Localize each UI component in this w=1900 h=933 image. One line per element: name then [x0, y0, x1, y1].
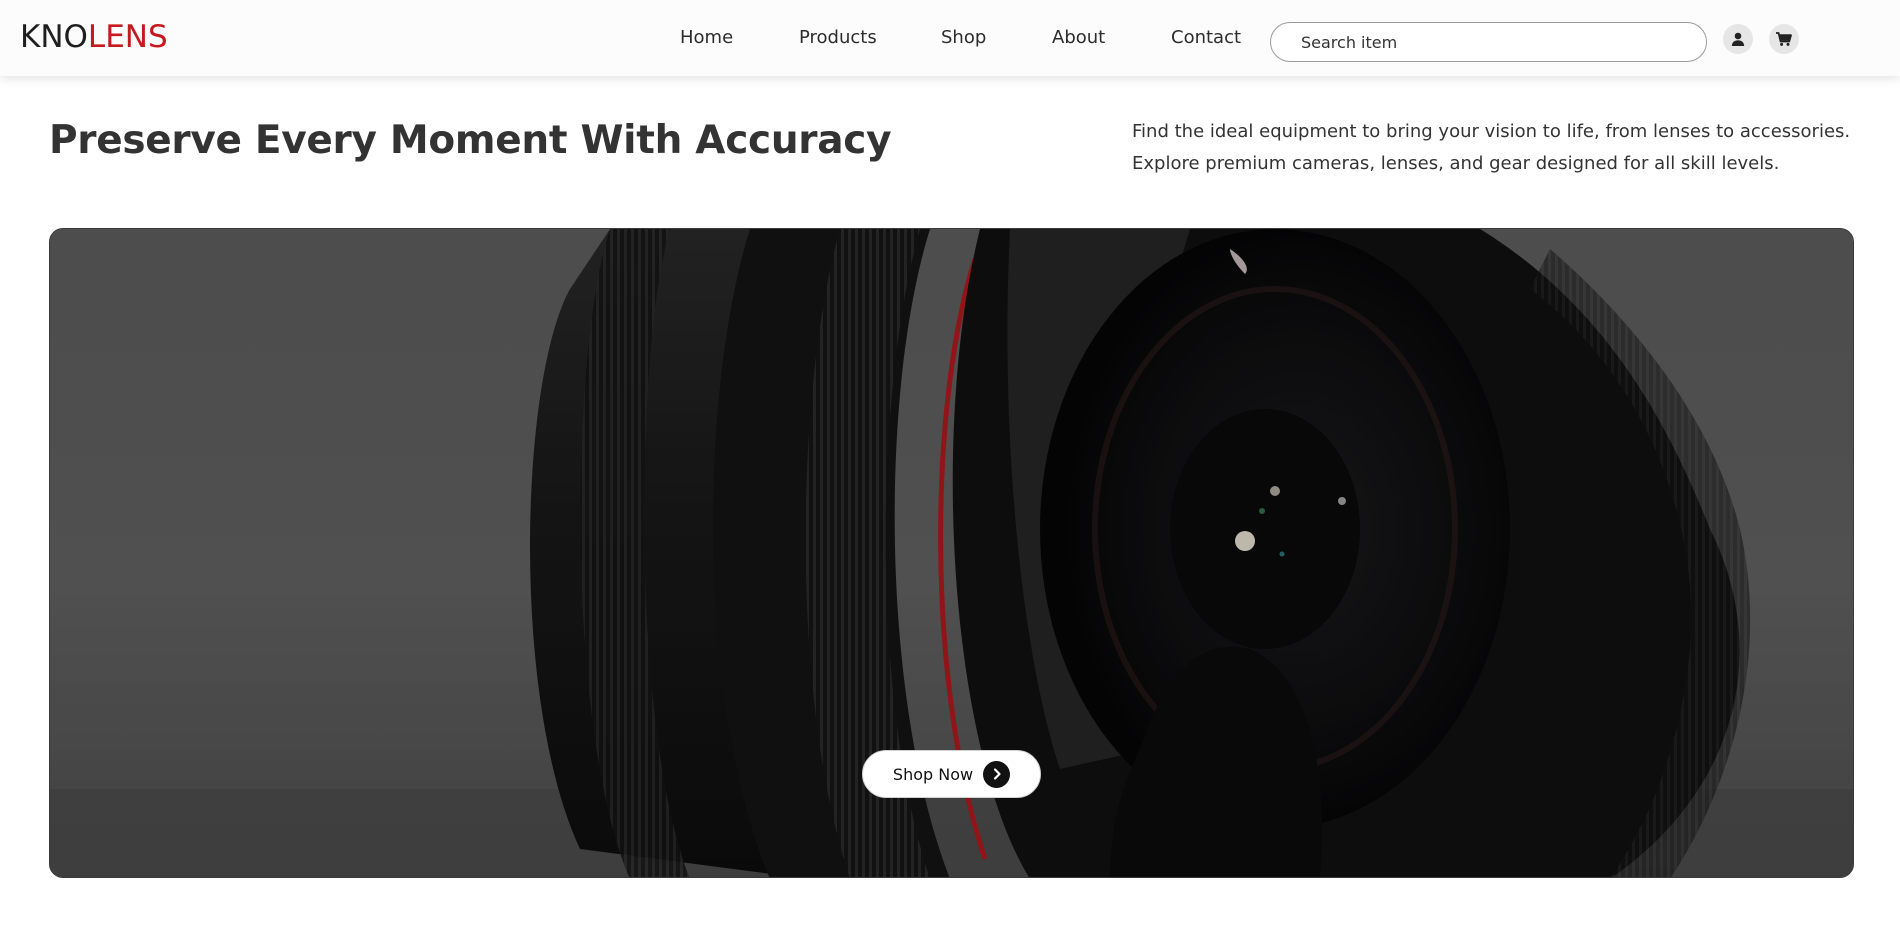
shop-now-label: Shop Now	[892, 764, 974, 784]
account-button[interactable]	[1723, 24, 1753, 54]
site-header: KNOLENS Home Products Shop About Contact	[0, 0, 1900, 76]
brand-logo-part2: LENS	[87, 19, 168, 55]
tagline-line-1: Find the ideal equipment to bring your v…	[1132, 121, 1851, 142]
brand-logo[interactable]: KNOLENS	[20, 17, 168, 57]
nav-item-products[interactable]: Products	[799, 26, 877, 50]
cart-button[interactable]	[1769, 24, 1799, 54]
search-input[interactable]	[1301, 23, 1691, 61]
search-box	[1270, 22, 1707, 62]
page-headline: Preserve Every Moment With Accuracy	[49, 118, 892, 163]
nav-item-about[interactable]: About	[1052, 26, 1105, 50]
shopping-cart-icon	[1776, 32, 1792, 46]
tagline-line-2: Explore premium cameras, lenses, and gea…	[1132, 153, 1780, 174]
user-icon	[1731, 32, 1745, 46]
nav-item-contact[interactable]: Contact	[1171, 26, 1241, 50]
nav-item-shop[interactable]: Shop	[941, 26, 986, 50]
intro-tagline: Find the ideal equipment to bring your v…	[1132, 116, 1872, 180]
shop-now-button[interactable]: Shop Now	[862, 750, 1041, 798]
nav-item-home[interactable]: Home	[680, 26, 733, 50]
chevron-right-icon	[983, 760, 1011, 788]
brand-logo-part1: KNO	[20, 19, 88, 55]
